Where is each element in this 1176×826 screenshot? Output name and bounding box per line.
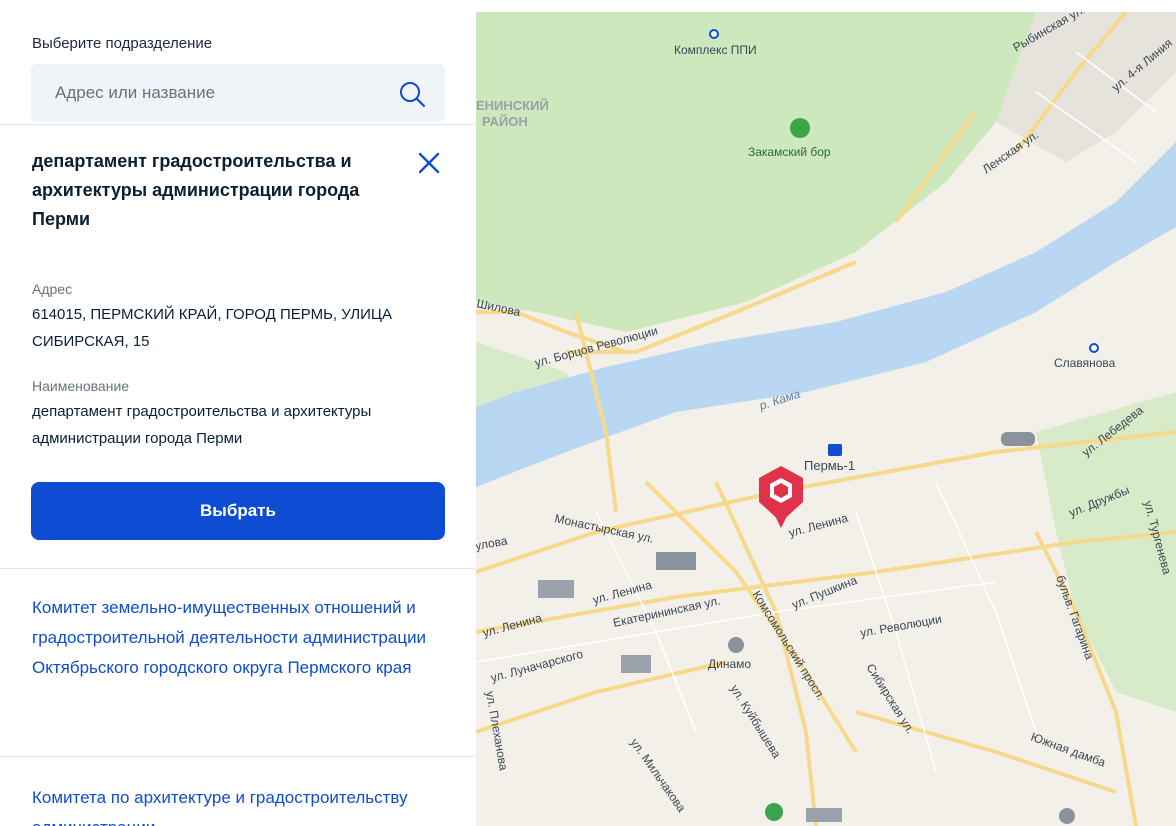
map-label: Закамский бор xyxy=(748,145,831,159)
org-list-item[interactable]: Комитет земельно-имущественных отношений… xyxy=(32,593,432,683)
theatre-icon xyxy=(621,655,651,673)
address-value: 614015, ПЕРМСКИЙ КРАЙ, ГОРОД ПЕРМЬ, УЛИЦ… xyxy=(32,306,393,350)
divider xyxy=(0,568,476,569)
map-label: Пермь-1 xyxy=(804,458,855,473)
divider xyxy=(0,124,476,125)
org-list-item[interactable]: Комитета по архитектуре и градостроитель… xyxy=(32,783,432,826)
map-label: Динамо xyxy=(708,657,751,671)
poi-icon[interactable] xyxy=(1059,808,1075,824)
selected-org-title: департамент градостроительства и архитек… xyxy=(32,151,360,229)
building-icon xyxy=(656,552,696,570)
map-label: Славянова xyxy=(1054,356,1116,370)
address-label: Адрес xyxy=(32,281,73,297)
subdivision-panel: Выберите подразделение департамент градо… xyxy=(0,0,476,826)
building-icon xyxy=(1001,432,1035,446)
station-icon[interactable] xyxy=(1089,343,1099,353)
metro-icon[interactable] xyxy=(709,29,719,39)
search-icon[interactable] xyxy=(397,79,427,109)
map-label: ЕНИНСКИЙ xyxy=(476,98,549,113)
close-icon[interactable] xyxy=(416,150,442,176)
stadium-icon[interactable] xyxy=(728,637,744,653)
name-value: департамент градостроительства и архитек… xyxy=(32,403,372,447)
map-label: РАЙОН xyxy=(482,114,528,129)
name-label: Наименование xyxy=(32,378,130,394)
map-canvas[interactable]: Комплекс ППИ ЕНИНСКИЙ РАЙОН Закамский бо… xyxy=(476,12,1176,826)
map-view[interactable]: Комплекс ППИ ЕНИНСКИЙ РАЙОН Закамский бо… xyxy=(476,12,1176,826)
select-button[interactable]: Выбрать xyxy=(31,482,445,540)
park-icon[interactable] xyxy=(790,118,810,138)
search-box xyxy=(31,64,445,122)
train-station-icon[interactable] xyxy=(828,444,842,456)
select-subdivision-label: Выберите подразделение xyxy=(32,35,213,52)
divider xyxy=(0,756,476,757)
building-icon xyxy=(538,580,574,598)
map-label: Комплекс ППИ xyxy=(674,43,757,57)
building-icon xyxy=(806,808,842,822)
search-input[interactable] xyxy=(31,64,395,122)
park-icon[interactable] xyxy=(765,803,783,821)
